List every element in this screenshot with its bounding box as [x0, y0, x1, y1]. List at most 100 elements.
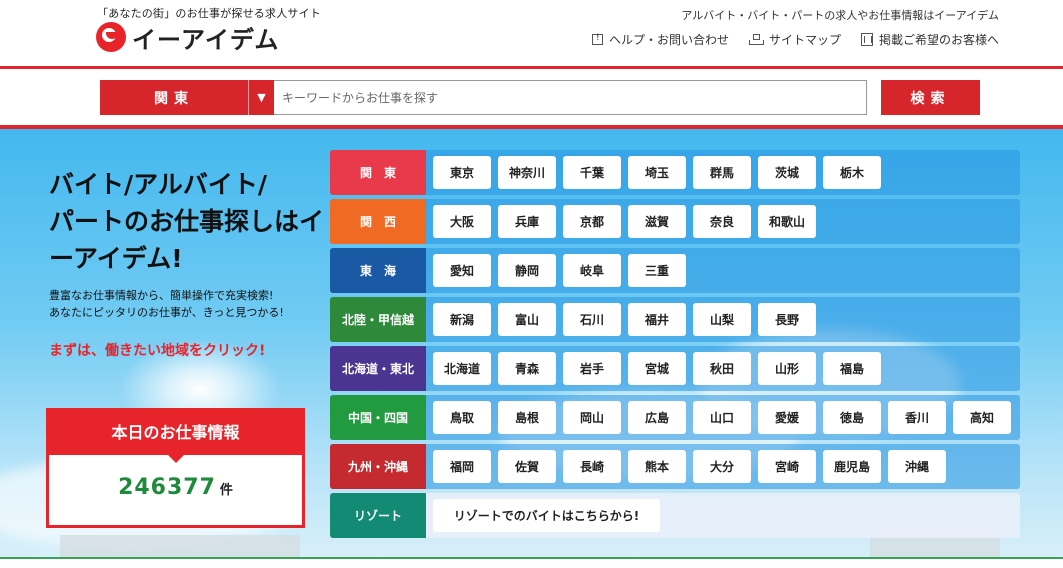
prefecture-button[interactable]: 鳥取 [433, 401, 491, 434]
prefecture-button[interactable]: 岐阜 [563, 254, 621, 287]
region-row: 東 海愛知 静岡 岐阜 三重 [330, 248, 1020, 293]
hero-title-line: バイト/アルバイト/ [49, 170, 268, 199]
prefecture-button[interactable]: 静岡 [498, 254, 556, 287]
site-logo[interactable]: イーアイデム [96, 22, 280, 54]
prefecture-button[interactable]: 青森 [498, 352, 556, 385]
advertiser-link-label: 掲載ご希望のお客様へ [878, 33, 999, 47]
resort-label-button[interactable]: リゾート [330, 493, 426, 538]
region-label-button[interactable]: 九州・沖縄 [330, 444, 426, 489]
prefecture-button[interactable]: 千葉 [563, 156, 621, 189]
prefecture-button[interactable]: 岩手 [563, 352, 621, 385]
resort-link-list: リゾートでのバイトはこちらから! [433, 499, 660, 532]
prefecture-button[interactable]: 長野 [758, 303, 816, 336]
prefecture-button[interactable]: 石川 [563, 303, 621, 336]
prefecture-button[interactable]: 兵庫 [498, 205, 556, 238]
site-tagline: アルバイト・バイト・パートの求人やお仕事情報はイーアイデム [681, 9, 999, 22]
region-label-button[interactable]: 関 東 [330, 150, 426, 195]
prefecture-button[interactable]: 香川 [888, 401, 946, 434]
jobs-today-count: 246377 件 [49, 475, 302, 500]
prefecture-button[interactable]: 栃木 [823, 156, 881, 189]
prefecture-button[interactable]: 埼玉 [628, 156, 686, 189]
search-button[interactable]: 検索 [881, 80, 980, 115]
prefecture-button[interactable]: 鹿児島 [823, 450, 881, 483]
prefecture-button[interactable]: 福島 [823, 352, 881, 385]
prefecture-button[interactable]: 福岡 [433, 450, 491, 483]
prefecture-list: 大阪 兵庫 京都 滋賀 奈良 和歌山 [433, 205, 816, 238]
site-header: 「あなたの街」のお仕事が探せる求人サイト イーアイデム アルバイト・バイト・パー… [0, 0, 1063, 66]
prefecture-button[interactable]: 東京 [433, 156, 491, 189]
prefecture-button[interactable]: 長崎 [563, 450, 621, 483]
prefecture-button[interactable]: 茨城 [758, 156, 816, 189]
sitemap-icon [748, 34, 764, 45]
resort-link-button[interactable]: リゾートでのバイトはこちらから! [433, 499, 660, 532]
advertiser-link[interactable]: 掲載ご希望のお客様へ [860, 31, 999, 48]
search-bar: 関東 ▼ 検索 [0, 69, 1063, 125]
prefecture-button[interactable]: 新潟 [433, 303, 491, 336]
prefecture-button[interactable]: 秋田 [693, 352, 751, 385]
prefecture-button[interactable]: 島根 [498, 401, 556, 434]
region-dropdown-label: 関東 [154, 90, 194, 107]
prefecture-list: 北海道 青森 岩手 宮城 秋田 山形 福島 [433, 352, 881, 385]
prefecture-button[interactable]: 北海道 [433, 352, 491, 385]
prefecture-button[interactable]: 神奈川 [498, 156, 556, 189]
prefecture-button[interactable]: 沖縄 [888, 450, 946, 483]
prefecture-button[interactable]: 佐賀 [498, 450, 556, 483]
sitemap-link[interactable]: サイトマップ [748, 31, 841, 48]
region-label-button[interactable]: 中国・四国 [330, 395, 426, 440]
prefecture-button[interactable]: 和歌山 [758, 205, 816, 238]
jobs-today-box: 本日のお仕事情報 246377 件 [46, 408, 305, 528]
prefecture-button[interactable]: 大阪 [433, 205, 491, 238]
region-label-button[interactable]: 関 西 [330, 199, 426, 244]
region-row: 中国・四国 鳥取 島根 岡山 広島 山口 愛媛 徳島 香川 高知 [330, 395, 1020, 440]
prefecture-list: 東京 神奈川 千葉 埼玉 群馬 茨城 栃木 [433, 156, 881, 189]
hero-cta-text: まずは、働きたい地域をクリック! [49, 343, 266, 359]
prefecture-list: 新潟 富山 石川 福井 山梨 長野 [433, 303, 816, 336]
keyword-search-input[interactable] [274, 80, 867, 115]
logo-text: イーアイデム [132, 25, 280, 54]
jobs-count-number: 246377 [118, 475, 216, 500]
prefecture-button[interactable]: 愛知 [433, 254, 491, 287]
prefecture-button[interactable]: 岡山 [563, 401, 621, 434]
prefecture-button[interactable]: 愛媛 [758, 401, 816, 434]
prefecture-button[interactable]: 宮城 [628, 352, 686, 385]
prefecture-button[interactable]: 富山 [498, 303, 556, 336]
prefecture-button[interactable]: 大分 [693, 450, 751, 483]
prefecture-button[interactable]: 京都 [563, 205, 621, 238]
prefecture-button[interactable]: 山口 [693, 401, 751, 434]
hero-description: 豊富なお仕事情報から、簡単操作で充実検索! あなたにピッタリのお仕事が、きっと見… [49, 287, 284, 321]
prefecture-button[interactable]: 徳島 [823, 401, 881, 434]
prefecture-button[interactable]: 滋賀 [628, 205, 686, 238]
region-label-button[interactable]: 北陸・甲信越 [330, 297, 426, 342]
prefecture-button[interactable]: 福井 [628, 303, 686, 336]
prefecture-button[interactable]: 広島 [628, 401, 686, 434]
help-link[interactable]: ヘルプ・お問い合わせ [591, 31, 729, 48]
resort-row: リゾート リゾートでのバイトはこちらから! [330, 493, 1020, 538]
region-label-button[interactable]: 東 海 [330, 248, 426, 293]
cityscape-decoration [60, 535, 300, 557]
region-dropdown[interactable]: 関東 ▼ [100, 80, 274, 115]
chevron-down-icon: ▼ [248, 80, 274, 115]
region-row: 北陸・甲信越 新潟 富山 石川 福井 山梨 長野 [330, 297, 1020, 342]
prefecture-button[interactable]: 奈良 [693, 205, 751, 238]
region-row: 関 東東京 神奈川 千葉 埼玉 群馬 茨城 栃木 [330, 150, 1020, 195]
prefecture-list: 福岡 佐賀 長崎 熊本 大分 宮崎 鹿児島 沖縄 [433, 450, 946, 483]
prefecture-button[interactable]: 熊本 [628, 450, 686, 483]
region-row: 関 西大阪 兵庫 京都 滋賀 奈良 和歌山 [330, 199, 1020, 244]
help-link-label: ヘルプ・お問い合わせ [608, 33, 729, 47]
prefecture-button[interactable]: 三重 [628, 254, 686, 287]
prefecture-button[interactable]: 高知 [953, 401, 1011, 434]
hero-title: バイト/アルバイト/ パートのお仕事探しはイ ーアイデム! [49, 166, 329, 277]
jobs-today-heading: 本日のお仕事情報 [49, 411, 302, 463]
region-selector-table: 関 東東京 神奈川 千葉 埼玉 群馬 茨城 栃木関 西大阪 兵庫 京都 滋賀 奈良 和歌山東 海愛知静… [330, 150, 1020, 542]
prefecture-button[interactable]: 群馬 [693, 156, 751, 189]
hero-description-line: あなたにピッタリのお仕事が、きっと見つかる! [49, 306, 284, 319]
logo-mark-icon [96, 22, 126, 52]
region-row: 九州・沖縄 福岡 佐賀 長崎 熊本 大分 宮崎 鹿児島 沖縄 [330, 444, 1020, 489]
header-links: ヘルプ・お問い合わせ サイトマップ 掲載ご希望のお客様へ [591, 31, 999, 48]
jobs-count-unit: 件 [219, 483, 233, 498]
prefecture-list: 鳥取 島根 岡山 広島 山口 愛媛 徳島 香川 高知 [433, 401, 1011, 434]
prefecture-button[interactable]: 山形 [758, 352, 816, 385]
prefecture-button[interactable]: 山梨 [693, 303, 751, 336]
region-label-button[interactable]: 北海道・東北 [330, 346, 426, 391]
prefecture-button[interactable]: 宮崎 [758, 450, 816, 483]
